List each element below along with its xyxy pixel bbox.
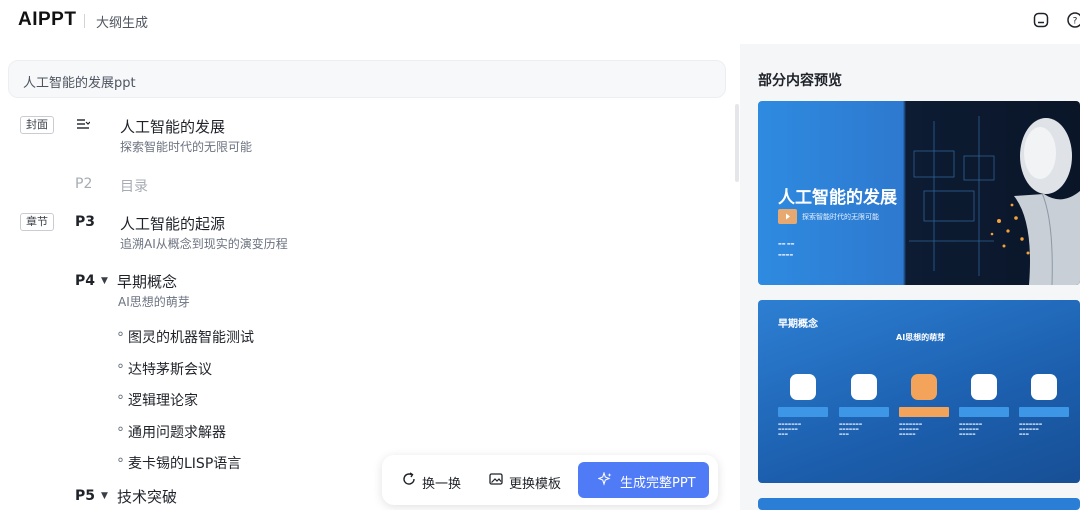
prompt-input[interactable]: 人工智能的发展ppt bbox=[8, 60, 726, 98]
slide2-card: ▬▬▬▬▬▬▬ ▬▬▬▬▬▬ ▬▬▬ bbox=[778, 374, 828, 437]
cover-tag: 封面 bbox=[20, 116, 54, 134]
svg-text:?: ? bbox=[1073, 17, 1078, 27]
p4-number: P4 bbox=[75, 273, 96, 289]
p4-title[interactable]: 早期概念 bbox=[117, 271, 177, 292]
change-template-button[interactable]: 更换模板 bbox=[509, 473, 561, 492]
slide2-card-label bbox=[959, 407, 1009, 417]
slide1-meta-line: ▬▬ ▬▬ bbox=[778, 241, 795, 246]
slide2-card-text: ▬▬▬▬▬▬▬ ▬▬▬▬▬▬ ▬▬▬▬▬ bbox=[959, 422, 983, 436]
chapter-tag: 章节 bbox=[20, 213, 54, 231]
home-icon[interactable] bbox=[1032, 11, 1050, 29]
slide2-card-text: ▬▬▬▬▬▬▬ ▬▬▬▬▬▬ ▬▬▬ bbox=[839, 422, 863, 436]
preview-slide-cover[interactable]: 人工智能的发展 探索智能时代的无限可能 ▬▬ ▬▬ ▬▬▬▬ bbox=[758, 101, 1080, 285]
p3-number: P3 bbox=[75, 214, 96, 230]
p4-desc[interactable]: AI思想的萌芽 bbox=[118, 293, 190, 310]
p4-bullet[interactable]: 逻辑理论家 bbox=[117, 390, 198, 410]
p3-desc[interactable]: 追溯AI从概念到现实的演变历程 bbox=[120, 235, 288, 252]
p5-number: P5 bbox=[75, 488, 96, 504]
slide2-card-text: ▬▬▬▬▬▬▬ ▬▬▬▬▬▬ ▬▬▬▬▬ bbox=[899, 422, 923, 436]
app-logo[interactable]: AIPPT bbox=[18, 9, 76, 31]
network-icon bbox=[851, 374, 877, 400]
p4-bullet[interactable]: 麦卡锡的LISP语言 bbox=[117, 453, 241, 473]
cover-title[interactable]: 人工智能的发展 bbox=[120, 116, 225, 137]
generate-ppt-button[interactable]: 生成完整PPT bbox=[578, 462, 709, 498]
action-bar: 换一换 更换模板 生成完整PPT bbox=[382, 455, 718, 505]
p3-title[interactable]: 人工智能的起源 bbox=[120, 213, 225, 234]
slide2-card-text: ▬▬▬▬▬▬▬ ▬▬▬▬▬▬ ▬▬▬ bbox=[1019, 422, 1043, 436]
page-subtitle: 大纲生成 bbox=[96, 16, 149, 31]
p2-title[interactable]: 目录 bbox=[120, 176, 148, 196]
top-bar: AIPPT 大纲生成 ? bbox=[0, 0, 1080, 44]
preview-slide-chapter[interactable]: 早期概念 AI思想的萌芽 ▬▬▬▬▬▬▬ ▬▬▬▬▬▬ ▬▬▬ ▬▬▬▬▬▬▬ ▬▬▬… bbox=[758, 300, 1080, 483]
slide2-card-label bbox=[778, 407, 828, 417]
outline-scrollbar[interactable] bbox=[735, 104, 739, 182]
generate-ppt-label: 生成完整PPT bbox=[620, 476, 696, 491]
sparkle-icon bbox=[598, 472, 612, 486]
help-icon[interactable]: ? bbox=[1066, 11, 1080, 29]
chip-icon bbox=[1031, 374, 1057, 400]
slide2-card: ▬▬▬▬▬▬▬ ▬▬▬▬▬▬ ▬▬▬ bbox=[839, 374, 889, 437]
document-icon bbox=[790, 374, 816, 400]
p4-bullet[interactable]: 通用问题求解器 bbox=[117, 422, 226, 442]
p5-expand-caret-icon[interactable]: ▼ bbox=[101, 491, 108, 501]
slide2-subtitle: AI思想的萌芽 bbox=[896, 333, 946, 342]
p4-bullet[interactable]: 达特茅斯会议 bbox=[117, 359, 212, 379]
slide2-card-label bbox=[839, 407, 889, 417]
flask-icon bbox=[971, 374, 997, 400]
slide1-title: 人工智能的发展 bbox=[778, 188, 897, 208]
outline-panel: 人工智能的发展ppt bbox=[0, 44, 740, 510]
p2-number: P2 bbox=[75, 176, 93, 192]
slide2-card: ▬▬▬▬▬▬▬ ▬▬▬▬▬▬ ▬▬▬ bbox=[1019, 374, 1069, 437]
slide2-card: ▬▬▬▬▬▬▬ ▬▬▬▬▬▬ ▬▬▬▬▬ bbox=[959, 374, 1009, 437]
slide2-heading: 早期概念 bbox=[778, 319, 818, 330]
refresh-icon[interactable] bbox=[402, 472, 416, 486]
play-icon bbox=[778, 209, 797, 224]
slide2-card-text: ▬▬▬▬▬▬▬ ▬▬▬▬▬▬ ▬▬▬ bbox=[778, 422, 802, 436]
slide1-meta-line: ▬▬▬▬ bbox=[778, 252, 794, 257]
slide1-subtitle: 探索智能时代的无限可能 bbox=[802, 213, 879, 221]
header-divider bbox=[84, 14, 85, 28]
image-icon bbox=[911, 374, 937, 400]
cover-desc[interactable]: 探索智能时代的无限可能 bbox=[120, 138, 252, 155]
template-image-icon[interactable] bbox=[489, 472, 503, 486]
slide2-card-label bbox=[1019, 407, 1069, 417]
preview-slide-next[interactable] bbox=[758, 498, 1080, 510]
shuffle-button[interactable]: 换一换 bbox=[422, 473, 461, 492]
slide2-card-label bbox=[899, 407, 949, 417]
p4-bullet[interactable]: 图灵的机器智能测试 bbox=[117, 327, 254, 347]
robot-illustration bbox=[909, 116, 1080, 285]
cover-layout-icon[interactable] bbox=[76, 118, 90, 130]
p5-title[interactable]: 技术突破 bbox=[117, 486, 177, 507]
preview-heading: 部分内容预览 bbox=[758, 73, 842, 89]
p4-expand-caret-icon[interactable]: ▼ bbox=[101, 276, 108, 286]
slide2-card: ▬▬▬▬▬▬▬ ▬▬▬▬▬▬ ▬▬▬▬▬ bbox=[899, 374, 949, 437]
